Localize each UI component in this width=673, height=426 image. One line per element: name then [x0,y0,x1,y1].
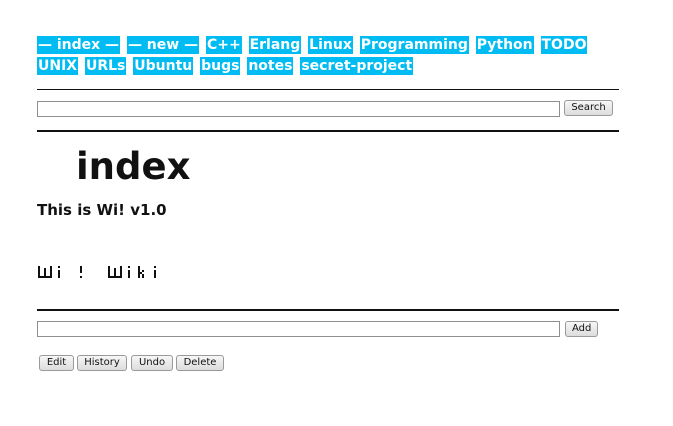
add-page-input[interactable] [37,321,560,337]
intro-text: This is Wi! v1.0 [37,201,167,219]
nav-link-secret-project[interactable]: secret-project [300,57,414,75]
nav-link-erlang[interactable]: Erlang [248,36,302,54]
nav-link-python[interactable]: Python [475,36,534,54]
edit-button[interactable]: Edit [39,355,74,371]
wi-wiki-logo [38,266,156,278]
add-button[interactable]: Add [565,321,598,337]
nav-link-notes[interactable]: notes [247,57,294,75]
search-divider [37,130,619,132]
nav-link-urls[interactable]: URLs [84,57,127,75]
nav-link-index[interactable]: — index — [37,36,121,54]
page-title: index [76,145,191,188]
nav-link-unix[interactable]: UNIX [37,57,79,75]
history-button[interactable]: History [77,355,127,371]
content-divider [37,309,619,311]
nav-link-programming[interactable]: Programming [359,36,469,54]
search-button[interactable]: Search [564,100,613,116]
nav-link-new[interactable]: — new — [126,36,200,54]
nav-link-linux[interactable]: Linux [308,36,353,54]
tag-navigation: — index — — new — C++ Erlang Linux Progr… [37,35,627,77]
nav-link-bugs[interactable]: bugs [200,57,241,75]
nav-link-todo[interactable]: TODO [540,36,588,54]
nav-divider [37,89,619,90]
undo-button[interactable]: Undo [131,355,173,371]
search-input[interactable] [37,101,560,117]
delete-button[interactable]: Delete [176,355,224,371]
nav-link-ubuntu[interactable]: Ubuntu [133,57,194,75]
nav-link-cpp[interactable]: C++ [205,36,242,54]
